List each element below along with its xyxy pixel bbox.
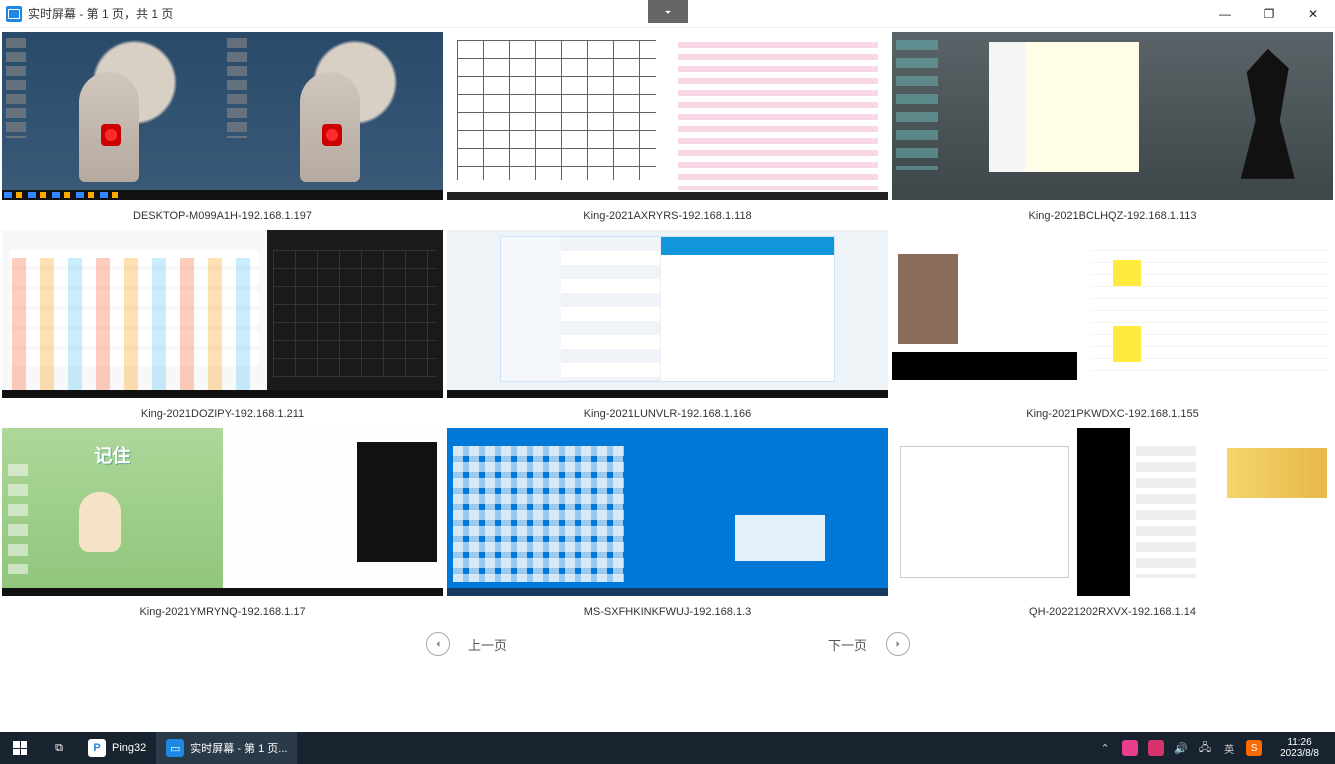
screen-thumbnail[interactable] — [447, 428, 888, 596]
screen-thumbnail[interactable] — [447, 32, 888, 200]
app-icon — [6, 6, 22, 22]
screen-grid: DESKTOP-M099A1H-192.168.1.197 King-2021A… — [0, 28, 1335, 624]
screen-label: MS-SXFHKINKFWUJ-192.168.1.3 — [584, 596, 752, 624]
screen-cell[interactable]: QH-20221202RXVX-192.168.1.14 — [892, 428, 1333, 624]
shield-icon[interactable] — [1122, 740, 1138, 756]
screen-thumbnail[interactable] — [2, 230, 443, 398]
chevron-down-icon — [661, 5, 675, 19]
monitor-icon: ▭ — [166, 739, 184, 757]
network-icon[interactable]: 🖧 — [1198, 741, 1212, 755]
screen-cell[interactable]: King-2021YMRYNQ-192.168.1.17 — [2, 428, 443, 624]
clock-date: 2023/8/8 — [1280, 748, 1319, 760]
clock-time: 11:26 — [1280, 737, 1319, 749]
ime-indicator[interactable]: 英 — [1222, 741, 1236, 755]
task-view-button[interactable]: ⧉ — [40, 732, 78, 764]
arrow-left-icon — [426, 632, 450, 656]
window-controls: — ❐ ✕ — [1203, 0, 1335, 28]
maximize-button[interactable]: ❐ — [1247, 0, 1291, 28]
next-page-label: 下一页 — [818, 635, 878, 654]
screen-label: DESKTOP-M099A1H-192.168.1.197 — [133, 200, 312, 228]
screen-thumbnail[interactable] — [892, 428, 1333, 596]
next-page-button[interactable]: 下一页 — [818, 632, 910, 656]
expand-tray-icon[interactable]: ⌃ — [1098, 741, 1112, 755]
screen-label: QH-20221202RXVX-192.168.1.14 — [1029, 596, 1196, 624]
app-b-icon[interactable] — [1148, 740, 1164, 756]
prev-page-button[interactable]: 上一页 — [426, 632, 518, 656]
titlebar-dropdown[interactable] — [648, 0, 688, 23]
taskbar-app-ping32[interactable]: P Ping32 — [78, 732, 156, 764]
sogou-icon[interactable]: S — [1246, 740, 1262, 756]
pagination: 上一页 下一页 — [0, 624, 1335, 668]
taskbar-app-label: Ping32 — [112, 742, 146, 754]
screen-label: King-2021AXRYRS-192.168.1.118 — [583, 200, 751, 228]
windows-icon — [13, 741, 27, 755]
volume-icon[interactable]: 🔊 — [1174, 741, 1188, 755]
window-title: 实时屏幕 - 第 1 页，共 1 页 — [28, 5, 173, 22]
minimize-button[interactable]: — — [1203, 0, 1247, 28]
task-view-icon: ⧉ — [50, 739, 68, 757]
taskbar-clock[interactable]: 11:26 2023/8/8 — [1272, 737, 1327, 760]
screen-label: King-2021YMRYNQ-192.168.1.17 — [139, 596, 305, 624]
screen-cell[interactable]: DESKTOP-M099A1H-192.168.1.197 — [2, 32, 443, 228]
screen-label: King-2021LUNVLR-192.168.1.166 — [584, 398, 752, 426]
screen-label: King-2021PKWDXC-192.168.1.155 — [1026, 398, 1198, 426]
close-button[interactable]: ✕ — [1291, 0, 1335, 28]
taskbar-app-realtime-screen[interactable]: ▭ 实时屏幕 - 第 1 页... — [156, 732, 297, 764]
prev-page-label: 上一页 — [458, 635, 518, 654]
taskbar: ⧉ P Ping32 ▭ 实时屏幕 - 第 1 页... ⌃ 🔊 🖧 英 S 1… — [0, 732, 1335, 764]
screen-cell[interactable]: King-2021DOZIPY-192.168.1.211 — [2, 230, 443, 426]
title-bar: 实时屏幕 - 第 1 页，共 1 页 — ❐ ✕ — [0, 0, 1335, 28]
screen-cell[interactable]: King-2021AXRYRS-192.168.1.118 — [447, 32, 888, 228]
taskbar-app-label: 实时屏幕 - 第 1 页... — [190, 740, 287, 756]
start-button[interactable] — [0, 732, 40, 764]
screen-label: King-2021DOZIPY-192.168.1.211 — [141, 398, 304, 426]
screen-cell[interactable]: MS-SXFHKINKFWUJ-192.168.1.3 — [447, 428, 888, 624]
screen-cell[interactable]: King-2021PKWDXC-192.168.1.155 — [892, 230, 1333, 426]
system-tray: ⌃ 🔊 🖧 英 S 11:26 2023/8/8 — [1098, 737, 1335, 760]
screen-thumbnail[interactable] — [2, 428, 443, 596]
ping32-icon: P — [88, 739, 106, 757]
screen-label: King-2021BCLHQZ-192.168.1.113 — [1029, 200, 1197, 228]
screen-thumbnail[interactable] — [447, 230, 888, 398]
screen-thumbnail[interactable] — [2, 32, 443, 200]
screen-thumbnail[interactable] — [892, 230, 1333, 398]
screen-cell[interactable]: King-2021BCLHQZ-192.168.1.113 — [892, 32, 1333, 228]
arrow-right-icon — [886, 632, 910, 656]
screen-thumbnail[interactable] — [892, 32, 1333, 200]
screen-cell[interactable]: King-2021LUNVLR-192.168.1.166 — [447, 230, 888, 426]
